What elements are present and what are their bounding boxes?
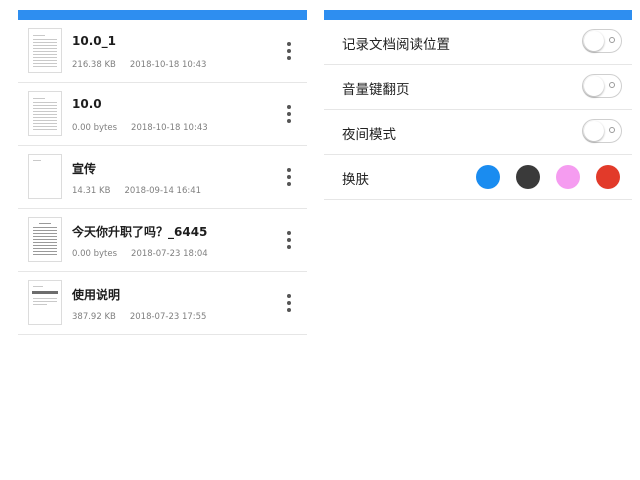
more-options-button[interactable] — [279, 166, 299, 188]
setting-skin: 换肤 — [324, 155, 632, 200]
more-options-button[interactable] — [279, 292, 299, 314]
file-thumbnail — [28, 154, 62, 199]
setting-label: 记录文档阅读位置 — [342, 37, 450, 53]
file-size: 14.31 KB — [72, 186, 111, 196]
file-size: 0.00 bytes — [72, 123, 118, 133]
file-size: 216.38 KB — [72, 60, 116, 70]
file-row[interactable]: 宣传 14.31 KB 2018-09-14 16:41 — [18, 146, 307, 209]
toggle-off-icon — [609, 127, 615, 133]
more-options-button[interactable] — [279, 229, 299, 251]
file-date: 2018-09-14 16:41 — [124, 186, 202, 196]
file-list-topbar — [18, 10, 307, 20]
toggle-knob — [584, 31, 604, 51]
file-size: 387.92 KB — [72, 312, 116, 322]
file-name: 宣传 — [72, 162, 97, 176]
skin-swatch-red[interactable] — [596, 165, 620, 189]
skin-swatch-blue[interactable] — [476, 165, 500, 189]
toggle-off-icon — [609, 82, 615, 88]
file-thumbnail — [28, 91, 62, 136]
record-position-toggle[interactable] — [582, 29, 622, 53]
setting-record-position: 记录文档阅读位置 — [324, 20, 632, 65]
file-date: 2018-10-18 10:43 — [131, 123, 208, 133]
setting-label: 夜间模式 — [342, 127, 396, 143]
file-row[interactable]: 今天你升职了吗？_6445 0.00 bytes 2018-07-23 18:04 — [18, 209, 307, 272]
file-date: 2018-10-18 10:43 — [129, 60, 207, 70]
setting-label: 换肤 — [342, 172, 369, 188]
file-name: 10.0 — [72, 97, 102, 111]
skin-swatch-black[interactable] — [516, 165, 540, 189]
more-vert-icon — [287, 105, 291, 123]
setting-label: 音量键翻页 — [342, 82, 410, 98]
file-name: 今天你升职了吗？_6445 — [72, 225, 208, 239]
skin-swatch-pink[interactable] — [556, 165, 580, 189]
toggle-knob — [584, 76, 604, 96]
skin-swatches — [476, 165, 620, 189]
file-thumbnail — [28, 217, 62, 262]
file-thumbnail — [28, 280, 62, 325]
file-size: 0.00 bytes — [72, 249, 118, 259]
file-thumbnail — [28, 28, 62, 73]
file-meta: 387.92 KB 2018-07-23 17:55 — [72, 312, 206, 322]
setting-volume-page-turn: 音量键翻页 — [324, 65, 632, 110]
settings-topbar — [324, 10, 632, 20]
toggle-knob — [584, 121, 604, 141]
file-name: 10.0_1 — [72, 34, 116, 48]
file-date: 2018-07-23 17:55 — [129, 312, 207, 322]
file-list-pane: 10.0_1 216.38 KB 2018-10-18 10:43 10.0 0.… — [18, 10, 307, 335]
toggle-off-icon — [609, 37, 615, 43]
settings-pane: 记录文档阅读位置 音量键翻页 夜间模式 换肤 — [324, 10, 632, 200]
file-meta: 0.00 bytes 2018-07-23 18:04 — [72, 249, 208, 259]
file-date: 2018-07-23 18:04 — [131, 249, 208, 259]
file-meta: 0.00 bytes 2018-10-18 10:43 — [72, 123, 208, 133]
file-meta: 14.31 KB 2018-09-14 16:41 — [72, 186, 201, 196]
more-options-button[interactable] — [279, 103, 299, 125]
file-row[interactable]: 使用说明 387.92 KB 2018-07-23 17:55 — [18, 272, 307, 335]
more-vert-icon — [287, 168, 291, 186]
file-row[interactable]: 10.0_1 216.38 KB 2018-10-18 10:43 — [18, 20, 307, 83]
more-vert-icon — [287, 231, 291, 249]
file-name: 使用说明 — [72, 288, 121, 302]
night-mode-toggle[interactable] — [582, 119, 622, 143]
more-vert-icon — [287, 294, 291, 312]
file-row[interactable]: 10.0 0.00 bytes 2018-10-18 10:43 — [18, 83, 307, 146]
volume-page-turn-toggle[interactable] — [582, 74, 622, 98]
more-vert-icon — [287, 42, 291, 60]
file-meta: 216.38 KB 2018-10-18 10:43 — [72, 60, 206, 70]
more-options-button[interactable] — [279, 40, 299, 62]
setting-night-mode: 夜间模式 — [324, 110, 632, 155]
